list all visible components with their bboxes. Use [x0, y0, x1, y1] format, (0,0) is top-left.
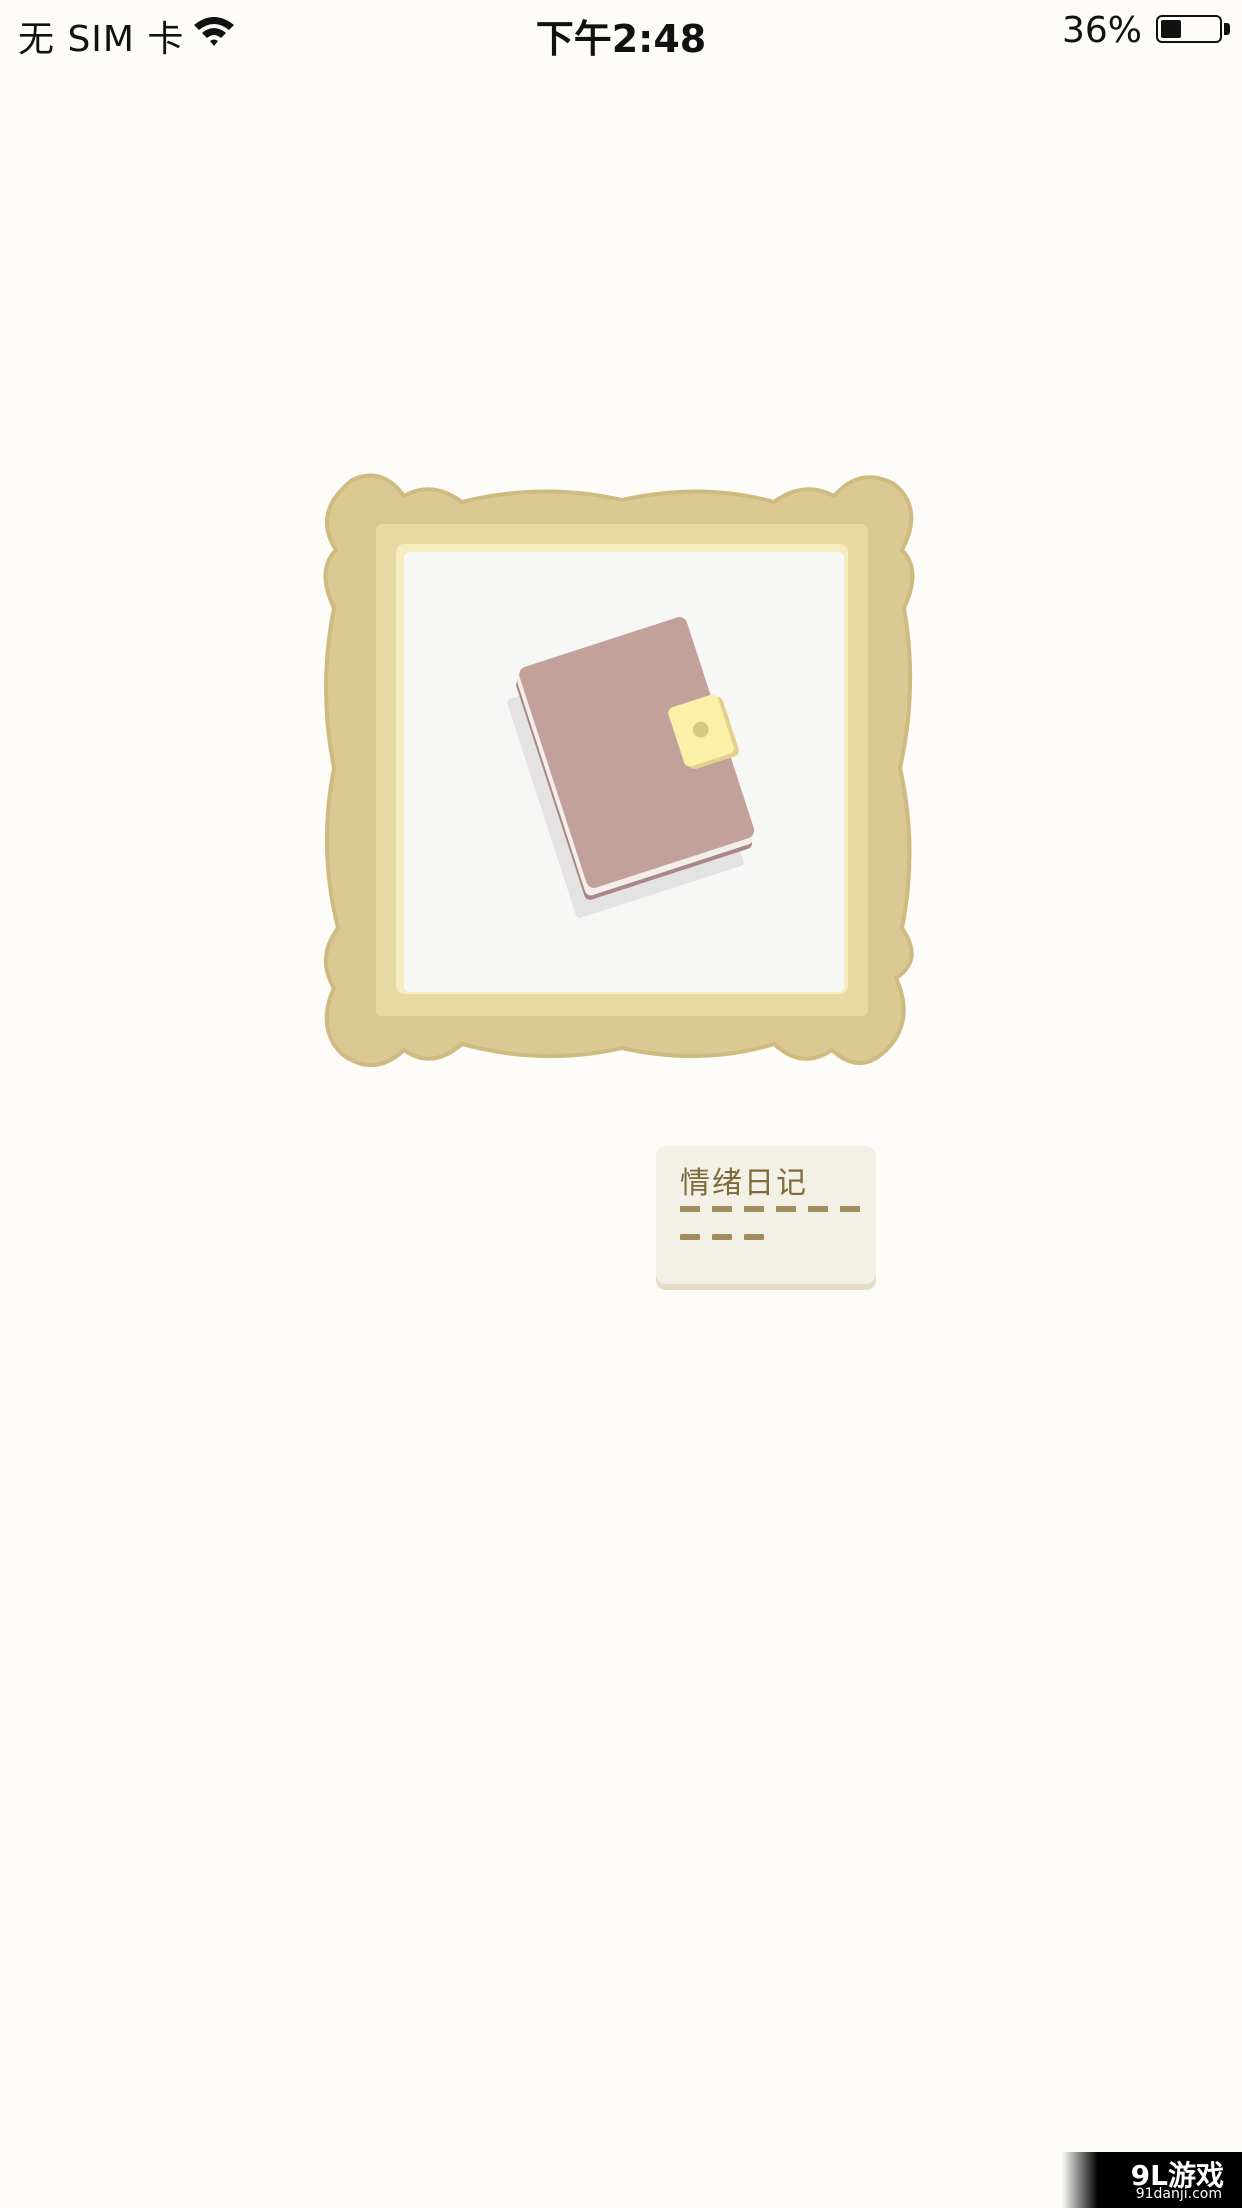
battery-level-fill — [1161, 20, 1181, 38]
emotion-diary-card[interactable]: 情绪日记 — [656, 1146, 876, 1284]
status-time: 下午2:48 — [535, 17, 707, 61]
placeholder-dash — [776, 1206, 796, 1212]
placeholder-dash — [840, 1206, 860, 1212]
placeholder-dash — [680, 1206, 700, 1212]
placeholder-dashes-row-1 — [680, 1206, 860, 1212]
placeholder-dash — [712, 1206, 732, 1212]
placeholder-dash — [744, 1234, 764, 1240]
placeholder-dash — [744, 1206, 764, 1212]
placeholder-dash — [680, 1234, 700, 1240]
battery-tip — [1224, 23, 1230, 35]
placeholder-dash — [808, 1206, 828, 1212]
site-watermark: 9L游戏 91danji.com — [1062, 2152, 1242, 2208]
entry-card-title: 情绪日记 — [680, 1166, 808, 1201]
app-screen: 无 SIM 卡 下午2:48 36% 情绪日记 9L游戏 91danji.com — [0, 0, 1242, 2208]
watermark-url: 91danji.com — [1135, 2186, 1222, 2202]
battery-percent: 36% — [1061, 10, 1142, 51]
placeholder-dash — [712, 1234, 732, 1240]
placeholder-dashes-row-2 — [680, 1234, 764, 1240]
diary-frame[interactable] — [312, 458, 924, 1080]
battery-icon — [1156, 15, 1222, 43]
status-bar: 无 SIM 卡 下午2:48 36% — [0, 0, 1242, 61]
